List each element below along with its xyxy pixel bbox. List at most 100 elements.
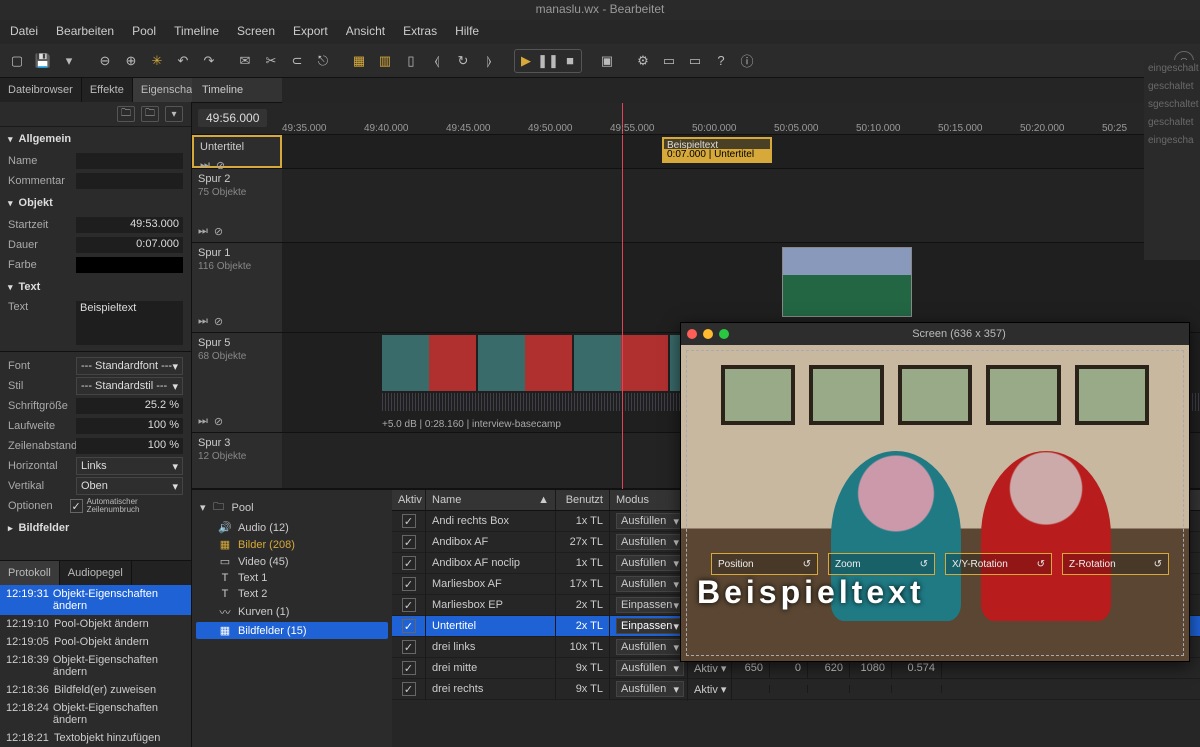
section-objekt[interactable]: ▾Objekt [0,191,191,215]
pause-icon[interactable]: ❚❚ [537,50,559,72]
menu-timeline[interactable]: Timeline [174,24,219,38]
timeline-ruler[interactable]: 49:56.000 49:35.00049:40.00049:45.00049:… [192,103,1200,135]
input-name[interactable] [76,153,183,169]
tab-timeline[interactable]: Timeline [192,78,282,103]
protokoll-row[interactable]: 12:18:21Textobjekt hinzufügen [0,729,191,747]
skip-icon[interactable]: ⏭ [198,315,208,328]
back-icon[interactable]: ⦉ [426,50,448,72]
menu-datei[interactable]: Datei [10,24,38,38]
input-kommentar[interactable] [76,173,183,189]
video-preview[interactable]: Position↺ Zoom↺ X/Y-Rotation↺ Z-Rotation… [681,345,1189,661]
folder-menu-icon[interactable]: ▾ [165,106,183,122]
select-modus[interactable]: Ausfüllen▾ [616,681,684,697]
input-dauer[interactable]: 0:07.000 [76,237,183,253]
zoom-icon[interactable] [719,329,729,339]
minimize-icon[interactable] [703,329,713,339]
menu-screen[interactable]: Screen [237,24,275,38]
checkbox-auto-umbruch[interactable]: ✓ [70,499,83,513]
select-stil[interactable]: --- Standardstil ---▾ [76,377,183,395]
select-modus[interactable]: Ausfüllen▾ [616,639,684,655]
track-head-spur1[interactable]: Spur 1 116 Objekte ⏭⊘ [192,243,282,332]
row-checkbox[interactable]: ✓ [402,682,416,696]
skip-icon[interactable]: ⏭ [198,415,208,428]
info-icon[interactable]: ⓘ [736,50,758,72]
link-icon[interactable]: ⎋ [312,50,334,72]
marker-icon[interactable]: ▯ [400,50,422,72]
protokoll-row[interactable]: 12:18:24Objekt-Eigenschaften ändern [0,699,191,729]
undo-icon[interactable]: ↶ [172,50,194,72]
input-startzeit[interactable]: 49:53.000 [76,217,183,233]
screen-b-icon[interactable]: ▭ [684,50,706,72]
disable-icon[interactable]: ⊘ [214,415,223,428]
section-text[interactable]: ▾Text [0,275,191,299]
overlay-btn-xyrot[interactable]: X/Y-Rotation↺ [945,553,1052,575]
select-modus[interactable]: Ausfüllen▾ [616,660,684,676]
close-icon[interactable] [687,329,697,339]
menu-extras[interactable]: Extras [403,24,437,38]
track-head-spur2[interactable]: Spur 2 75 Objekte ⏭⊘ [192,169,282,242]
track-head-untertitel[interactable]: Untertitel ⏭⊘ [192,135,282,168]
skip-icon[interactable]: ⏭ [198,225,208,238]
input-laufweite[interactable]: 100 % [76,418,183,434]
select-vertikal[interactable]: Oben▾ [76,477,183,495]
tab-audiopegel[interactable]: Audiopegel [60,561,132,585]
screen-preview-window[interactable]: Screen (636 x 357) Position↺ Zoom↺ X/Y-R… [680,322,1190,662]
row-checkbox[interactable]: ✓ [402,535,416,549]
input-farbe[interactable] [76,257,183,273]
row-checkbox[interactable]: ✓ [402,661,416,675]
reset-icon[interactable]: ↺ [1037,559,1045,570]
row-checkbox[interactable]: ✓ [402,577,416,591]
reset-icon[interactable]: ↺ [920,559,928,570]
panel-icon[interactable]: ▥ [374,50,396,72]
save-icon[interactable]: 💾 [32,50,54,72]
crop-icon[interactable]: ▣ [596,50,618,72]
input-zeilenabstand[interactable]: 100 % [76,438,183,454]
select-modus[interactable]: Einpassen▾ [616,618,684,634]
protokoll-row[interactable]: 12:18:36Bildfeld(er) zuweisen [0,681,191,699]
zoom-in-icon[interactable]: ⊕ [120,50,142,72]
overlay-btn-position[interactable]: Position↺ [711,553,818,575]
overlay-btn-zoom[interactable]: Zoom↺ [828,553,935,575]
track-head-spur5[interactable]: Spur 5 68 Objekte ⏭⊘ [192,333,282,432]
row-checkbox[interactable]: ✓ [402,556,416,570]
th-modus[interactable]: Modus [610,490,688,510]
select-modus[interactable]: Ausfüllen▾ [616,534,684,550]
tab-effekte[interactable]: Effekte [82,78,133,102]
protokoll-row[interactable]: 12:19:31Objekt-Eigenschaften ändern [0,585,191,615]
menu-export[interactable]: Export [293,24,328,38]
th-benutzt[interactable]: Benutzt [556,490,610,510]
protokoll-row[interactable]: 12:19:05Pool-Objekt ändern [0,633,191,651]
tab-protokoll[interactable]: Protokoll [0,561,60,585]
tree-text2[interactable]: TText 2 [196,586,388,602]
protokoll-row[interactable]: 12:18:39Objekt-Eigenschaften ändern [0,651,191,681]
tree-audio[interactable]: 🔊Audio (12) [196,519,388,536]
select-modus[interactable]: Einpassen▾ [616,597,684,613]
tree-video[interactable]: ▭Video (45) [196,553,388,570]
menu-pool[interactable]: Pool [132,24,156,38]
cut-icon[interactable]: ✂ [260,50,282,72]
star-icon[interactable]: ✳ [146,50,168,72]
grid-icon[interactable]: ▦ [348,50,370,72]
section-bildfelder[interactable]: ▸Bildfelder [0,516,191,540]
tree-bilder[interactable]: ▦Bilder (208) [196,536,388,553]
menu-ansicht[interactable]: Ansicht [346,24,385,38]
section-allgemein[interactable]: ▾Allgemein [0,127,191,151]
row-checkbox[interactable]: ✓ [402,598,416,612]
disable-icon[interactable]: ⊘ [214,315,223,328]
tab-dateibrowser[interactable]: Dateibrowser [0,78,82,102]
overlay-btn-zrot[interactable]: Z-Rotation↺ [1062,553,1169,575]
redo-icon[interactable]: ↷ [198,50,220,72]
play-icon[interactable]: ▶ [515,50,537,72]
tree-bildfelder[interactable]: ▦Bildfelder (15) [196,622,388,639]
gear-icon[interactable]: ⚙ [632,50,654,72]
disable-icon[interactable]: ⊘ [214,225,223,238]
menu-hilfe[interactable]: Hilfe [455,24,479,38]
tree-kurven[interactable]: 〰Kurven (1) [196,602,388,622]
select-font[interactable]: --- Standardfont ---▾ [76,357,183,375]
input-schriftgroesse[interactable]: 25.2 % [76,398,183,414]
fwd-icon[interactable]: ⦊ [478,50,500,72]
folder-out-icon[interactable]: 🗀 [117,106,135,122]
th-aktiv[interactable]: Aktiv [392,490,426,510]
tree-text1[interactable]: TText 1 [196,570,388,586]
stop-icon[interactable]: ■ [559,50,581,72]
